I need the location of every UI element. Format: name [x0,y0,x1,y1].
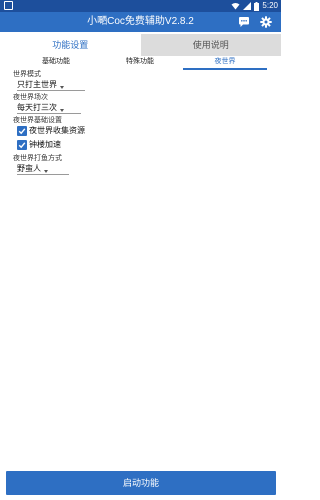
collect-resources-checkbox[interactable]: 夜世界收集资源 [17,125,85,136]
world-mode-label: 世界模式 [13,71,41,78]
battery-icon [254,1,260,11]
chat-button[interactable] [237,15,251,29]
status-time: 5:20 [262,1,278,10]
dropdown-caret-icon [60,109,64,112]
tab-instructions[interactable]: 使用说明 [140,34,281,56]
dropdown-caret-icon [60,86,64,89]
subtab-special[interactable]: 特殊功能 [114,56,166,68]
subtab-night-world[interactable]: 夜世界 [183,56,267,68]
chat-icon [239,17,249,27]
night-settings-label: 夜世界基础设置 [13,117,62,124]
clock-tower-checkbox[interactable]: 钟楼加速 [17,139,61,150]
notification-icon [4,1,13,10]
fish-mode-value: 野蛮人 [17,164,41,173]
start-button[interactable]: 启动功能 [6,471,276,495]
night-battles-label: 夜世界场次 [13,94,48,101]
checkbox-checked-icon [17,125,27,136]
fish-mode-label: 夜世界打鱼方式 [13,155,62,162]
wifi-icon [231,3,240,10]
sub-tabs: 基础功能 特殊功能 夜世界 [0,56,281,70]
world-mode-value: 只打主世界 [17,80,57,89]
world-mode-select[interactable]: 只打主世界 [17,79,85,91]
settings-button[interactable] [259,15,273,29]
active-subtab-indicator [183,68,267,70]
main-tabs: 功能设置 使用说明 [0,34,281,56]
gear-icon [260,16,272,28]
subtab-basic[interactable]: 基础功能 [30,56,82,68]
collect-resources-label: 夜世界收集资源 [29,126,85,135]
clock-tower-label: 钟楼加速 [29,140,61,149]
tab-function-settings[interactable]: 功能设置 [0,34,141,56]
signal-icon [243,2,252,10]
fish-mode-select[interactable]: 野蛮人 [17,163,69,175]
status-bar: 5:20 [0,0,281,12]
app-bar: 小嗮Coc免费辅助V2.8.2 [0,12,281,32]
checkbox-checked-icon [17,139,27,150]
night-battles-value: 每天打三次 [17,103,57,112]
dropdown-caret-icon [44,170,48,173]
night-battles-select[interactable]: 每天打三次 [17,102,81,114]
